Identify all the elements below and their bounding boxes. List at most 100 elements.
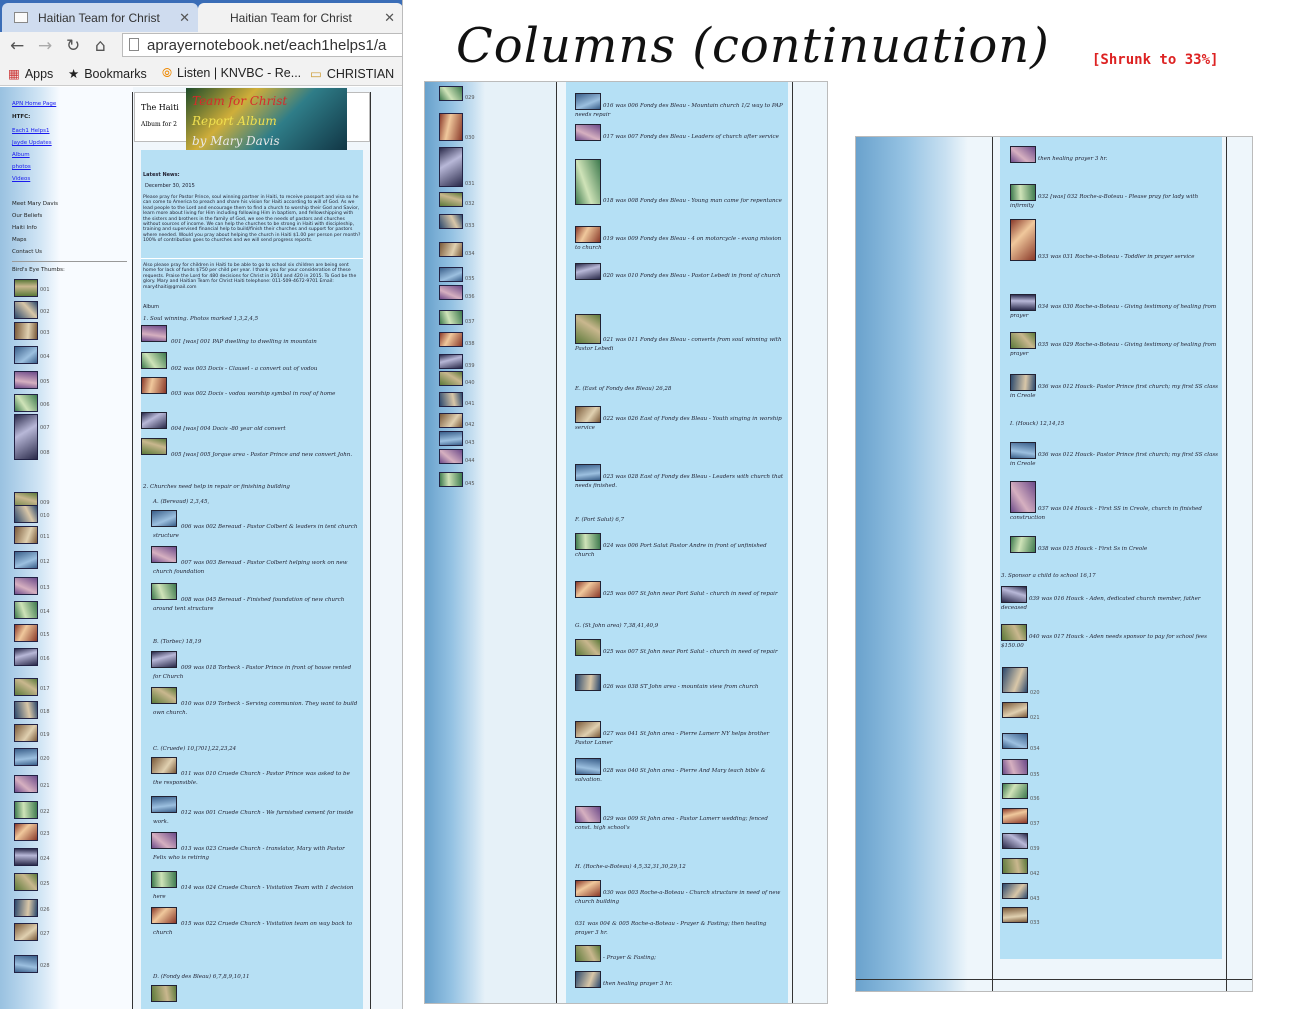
sidebar-thumbnail-image[interactable] — [14, 279, 38, 297]
thumb-number: 036 — [465, 294, 475, 300]
sidebar-thumbnail-image[interactable] — [14, 873, 38, 891]
thumb-number: 035 — [465, 276, 475, 282]
sidebar-thumbnail-image[interactable] — [439, 147, 463, 187]
album-caption: 012 was 001 Cruede Church - We furnished… — [153, 810, 354, 825]
album-section-heading: I. (Houck) 12,14,15 — [1010, 421, 1065, 427]
album-photo-thumbnail[interactable] — [1002, 667, 1028, 693]
thumb-number: 027 — [40, 931, 50, 937]
album-photo-thumbnail[interactable] — [1002, 883, 1028, 899]
sidebar-thumbnail-image[interactable] — [14, 748, 38, 766]
sidebar-thumbnail-image[interactable] — [439, 214, 463, 229]
thumb-number: 022 — [40, 809, 50, 815]
sidebar-thumbnail-image[interactable] — [14, 775, 38, 793]
sidebar-thumbnail-image[interactable] — [14, 801, 38, 819]
christian-folder[interactable]: ▭ CHRISTIAN — [310, 66, 394, 81]
url-text: aprayernotebook.net/each1helps1/a — [147, 37, 387, 54]
sidebar-thumbnail-image[interactable] — [439, 449, 463, 464]
album-caption: 018 was 008 Fondy des Bleau - Young man … — [603, 198, 782, 204]
album-section-heading: 2. Churches need help in repair or finis… — [143, 484, 290, 490]
sidebar-thumbnail-image[interactable] — [14, 394, 38, 412]
sidebar-thumbnail-image[interactable] — [14, 551, 38, 569]
sidebar-thumbnail-image[interactable] — [439, 285, 463, 300]
sidebar-thumbnail-image[interactable] — [439, 267, 463, 282]
album-caption: 014 was 024 Cruede Church - Visitation T… — [153, 885, 354, 900]
album-photo-thumbnail[interactable] — [1002, 783, 1028, 799]
album-photo-thumbnail[interactable] — [1002, 907, 1028, 923]
sidebar-thumbnail-image[interactable] — [14, 371, 38, 389]
sidebar-thumbnail-image[interactable] — [439, 242, 463, 257]
nav-maps[interactable]: Maps — [12, 237, 26, 243]
header-subtitle: Album for 2 — [141, 121, 177, 128]
sidebar-thumbnail-image[interactable] — [14, 414, 38, 460]
album-photo-thumbnail[interactable] — [1002, 833, 1028, 849]
sidebar-thumbnail-image[interactable] — [14, 624, 38, 642]
nav-link-album[interactable]: Album — [12, 152, 30, 158]
back-arrow-icon[interactable]: ← — [10, 36, 24, 56]
sidebar-thumbnail-image[interactable] — [14, 601, 38, 619]
sidebar-thumbnail-image[interactable] — [14, 648, 38, 666]
sidebar-thumbnail-image[interactable] — [439, 192, 463, 207]
close-tab-icon[interactable]: ✕ — [384, 10, 395, 26]
sidebar-thumbnail-image[interactable] — [439, 86, 463, 101]
sidebar-thumbnail-image[interactable] — [14, 955, 38, 973]
album-caption: 016 was 006 Fondy des Bleau - Mountain c… — [575, 103, 783, 118]
sidebar-thumbnail-image[interactable] — [14, 848, 38, 866]
sidebar-thumbnail-image[interactable] — [439, 354, 463, 369]
sidebar-thumbnail-image[interactable] — [14, 923, 38, 941]
sidebar-thumbnail-image[interactable] — [14, 577, 38, 595]
sidebar-thumbnail-image[interactable] — [14, 505, 38, 523]
album-photo-thumbnail[interactable] — [1002, 759, 1028, 775]
banner-line-3: by Mary Davis — [192, 134, 280, 148]
reload-icon[interactable]: ↻ — [66, 36, 80, 56]
column-divider — [556, 82, 557, 1003]
close-tab-icon[interactable]: ✕ — [179, 10, 190, 26]
address-bar[interactable]: aprayernotebook.net/each1helps1/a — [122, 33, 402, 57]
sidebar-thumbnail-image[interactable] — [14, 724, 38, 742]
sidebar-thumbnail-image[interactable] — [439, 392, 463, 407]
bookmarks-button[interactable]: ★ Bookmarks — [68, 66, 147, 81]
nav-link-apn-home[interactable]: APN Home Page — [12, 101, 56, 107]
sidebar-thumbnail-image[interactable] — [14, 678, 38, 696]
album-photo-thumbnail[interactable] — [151, 985, 177, 1002]
apps-bookmark[interactable]: ▦ Apps — [8, 66, 53, 81]
sidebar-thumbnail-image[interactable] — [439, 431, 463, 446]
sidebar-thumbnail-image[interactable] — [14, 701, 38, 719]
nav-link-photos[interactable]: photos — [12, 164, 31, 170]
forward-arrow-icon[interactable]: → — [38, 36, 52, 56]
tab-active[interactable]: Haitian Team for Christ ✕ — [198, 3, 402, 32]
sidebar-thumbnail-image[interactable] — [439, 310, 463, 325]
nav-link-videos[interactable]: Videos — [12, 176, 30, 182]
album-photo-thumbnail[interactable] — [1002, 808, 1028, 824]
folder-icon: ▭ — [310, 67, 322, 81]
sidebar-thumbnail-image[interactable] — [439, 472, 463, 487]
nav-our-beliefs[interactable]: Our Beliefs — [12, 213, 42, 219]
nav-link-each1[interactable]: Each1 Helps1 — [12, 128, 50, 134]
page-info-icon[interactable] — [129, 38, 139, 51]
thumb-number: 021 — [40, 783, 50, 789]
thumb-number: 039 — [1030, 846, 1040, 852]
nav-link-jayde[interactable]: Jayde Updates — [12, 140, 52, 146]
nav-meet-mary[interactable]: Meet Mary Davis — [12, 201, 58, 207]
sidebar-thumbnail-image[interactable] — [14, 823, 38, 841]
listen-bookmark[interactable]: ⦾ Listen | KNVBC - Re... — [162, 66, 301, 81]
album-caption: 007 was 003 Bereaud - Pastor Colbert hel… — [153, 560, 348, 575]
album-photo-thumbnail[interactable] — [1002, 733, 1028, 749]
sidebar-thumbnail-image[interactable] — [14, 322, 38, 340]
sidebar-thumbnail-image[interactable] — [14, 526, 38, 544]
sidebar-thumbnail-image[interactable] — [439, 332, 463, 347]
home-icon[interactable]: ⌂ — [95, 36, 106, 56]
sidebar-thumbnail-image[interactable] — [14, 301, 38, 319]
sidebar-thumbnail-image[interactable] — [14, 346, 38, 364]
thumb-number: 001 — [40, 287, 50, 293]
album-photo-thumbnail[interactable] — [1002, 702, 1028, 718]
sidebar-thumbnail-image[interactable] — [439, 113, 463, 141]
album-photo-thumbnail[interactable] — [1002, 858, 1028, 874]
sidebar-thumbnail-image[interactable] — [439, 413, 463, 428]
album-caption: 032 [was] 032 Roche-a-Boteau - Please pr… — [1010, 194, 1199, 209]
nav-contact-us[interactable]: Contact Us — [12, 249, 42, 255]
sidebar-thumbnail-image[interactable] — [14, 899, 38, 917]
news-separator — [141, 258, 363, 259]
nav-haiti-info[interactable]: Haiti Info — [12, 225, 37, 231]
sidebar-thumbnail-image[interactable] — [439, 371, 463, 386]
tab-inactive[interactable]: Haitian Team for Christ ✕ — [2, 3, 198, 32]
